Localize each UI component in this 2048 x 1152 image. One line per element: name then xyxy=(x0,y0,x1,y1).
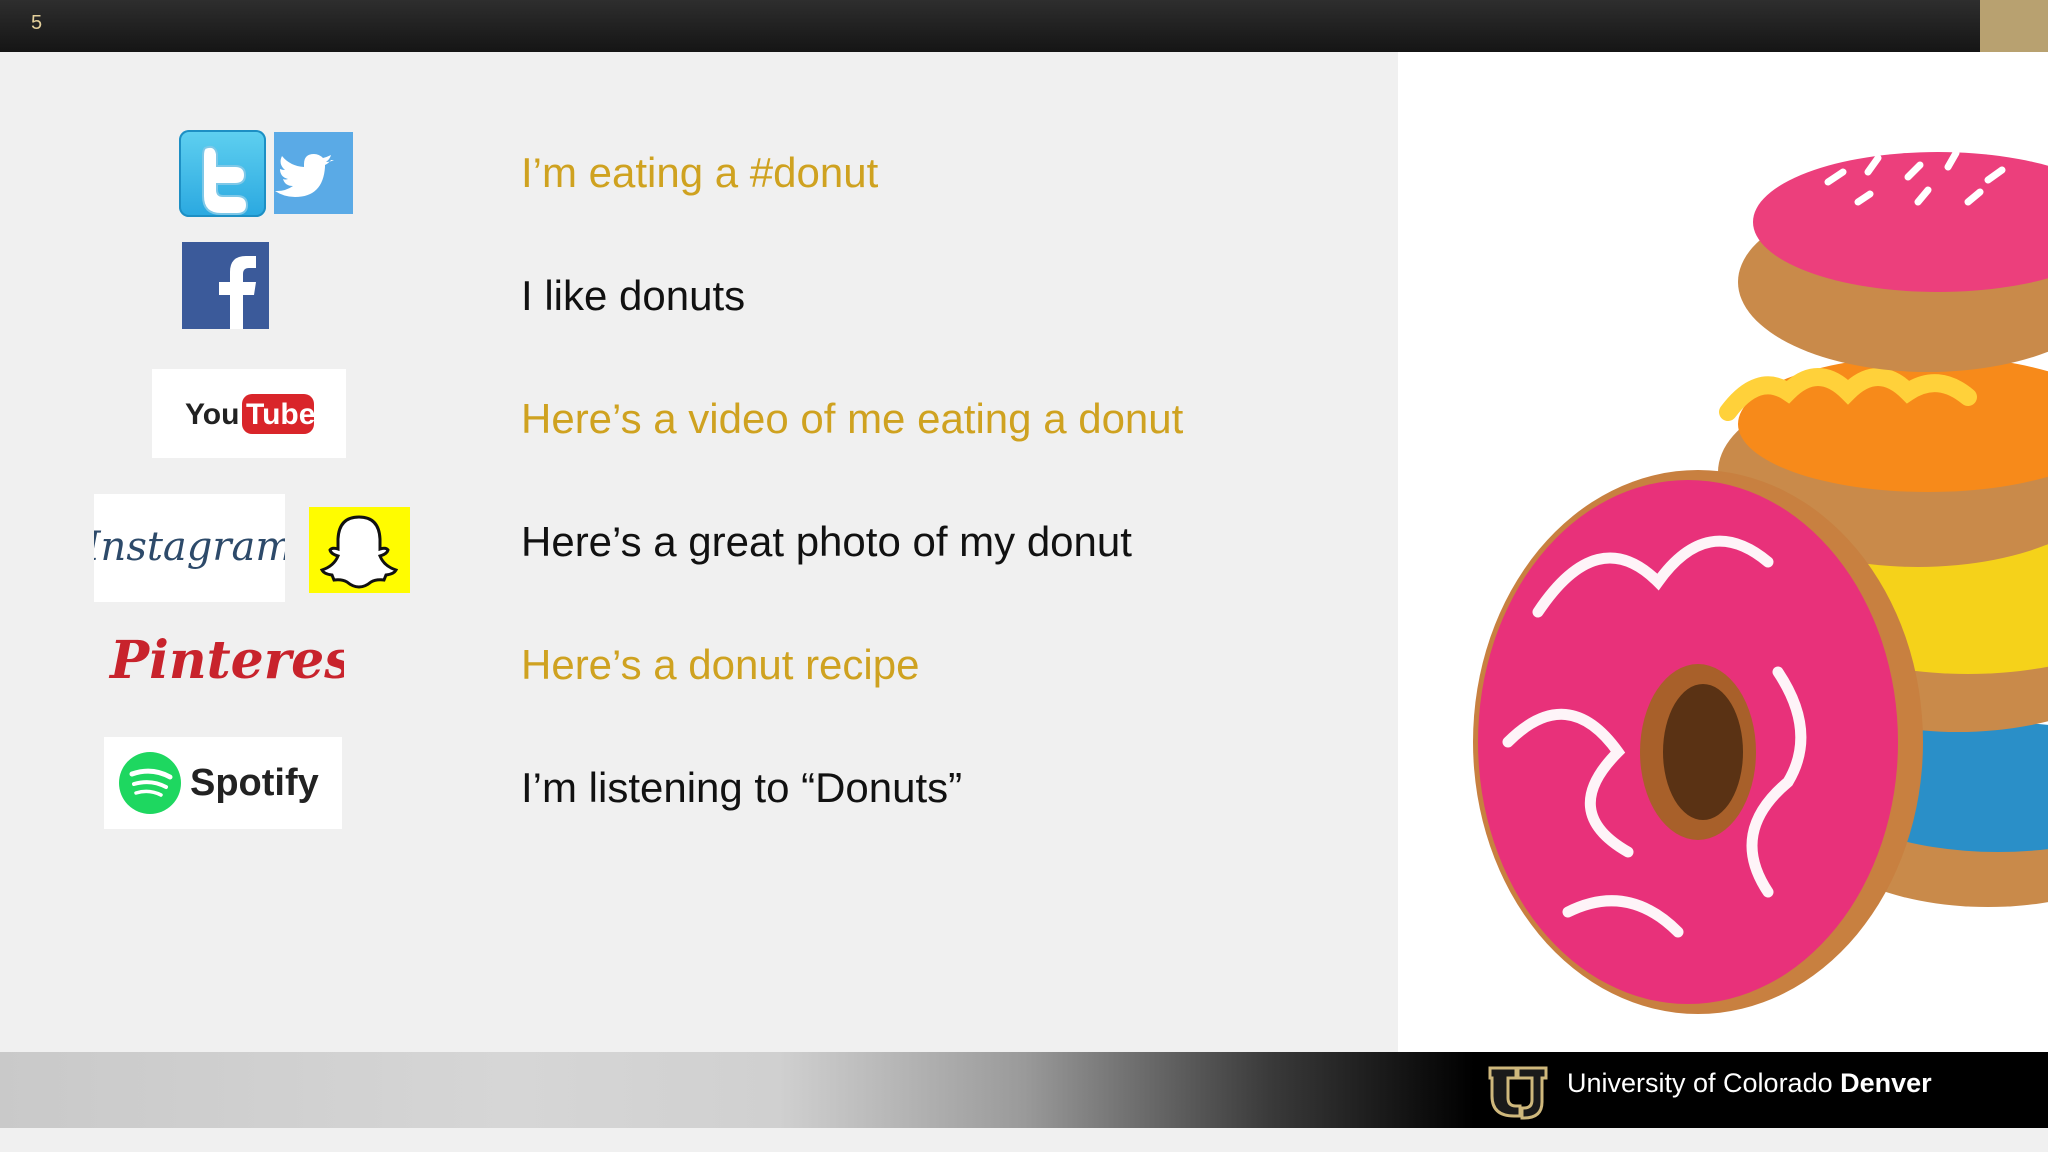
youtube-tube-text: Tube xyxy=(246,398,315,431)
brand-regular: University of Colorado xyxy=(1567,1068,1841,1098)
snapchat-ghost-icon xyxy=(309,507,410,593)
instagram-logo: Instagram xyxy=(84,494,293,602)
slide: 5 You Tube Instagram Pintere Spotify I’m… xyxy=(0,0,2048,1152)
pinterest-logo: Pinterest xyxy=(106,626,378,696)
spotify-logo: Spotify xyxy=(104,737,342,829)
footer-strip xyxy=(0,1128,2048,1152)
twitter-icon xyxy=(179,130,266,217)
facebook-icon xyxy=(182,242,269,329)
top-bar: 5 xyxy=(0,0,2048,52)
top-accent-block xyxy=(1980,0,2048,52)
slide-number: 5 xyxy=(31,12,43,34)
university-name: University of Colorado Denver xyxy=(1567,1068,1932,1099)
twitter-icon xyxy=(274,132,353,214)
line-spotify: I’m listening to “Donuts” xyxy=(521,764,963,811)
donut-photo xyxy=(1398,52,2048,1052)
instagram-wordmark: Instagram xyxy=(94,524,285,570)
spotify-wordmark: Spotify xyxy=(190,762,319,804)
pinterest-wordmark: Pinterest xyxy=(108,630,344,691)
line-pinterest: Here’s a donut recipe xyxy=(521,641,920,688)
youtube-you-text: You xyxy=(185,398,239,431)
line-facebook: I like donuts xyxy=(521,272,746,319)
line-youtube: Here’s a video of me eating a donut xyxy=(521,395,1184,442)
cu-logo xyxy=(1484,1060,1552,1120)
brand-bold: Denver xyxy=(1840,1068,1932,1098)
line-instagram: Here’s a great photo of my donut xyxy=(521,518,1132,565)
youtube-logo: You Tube xyxy=(152,369,346,458)
line-twitter: I’m eating a #donut xyxy=(521,149,879,196)
footer-bar: University of Colorado Denver xyxy=(0,1052,2048,1128)
